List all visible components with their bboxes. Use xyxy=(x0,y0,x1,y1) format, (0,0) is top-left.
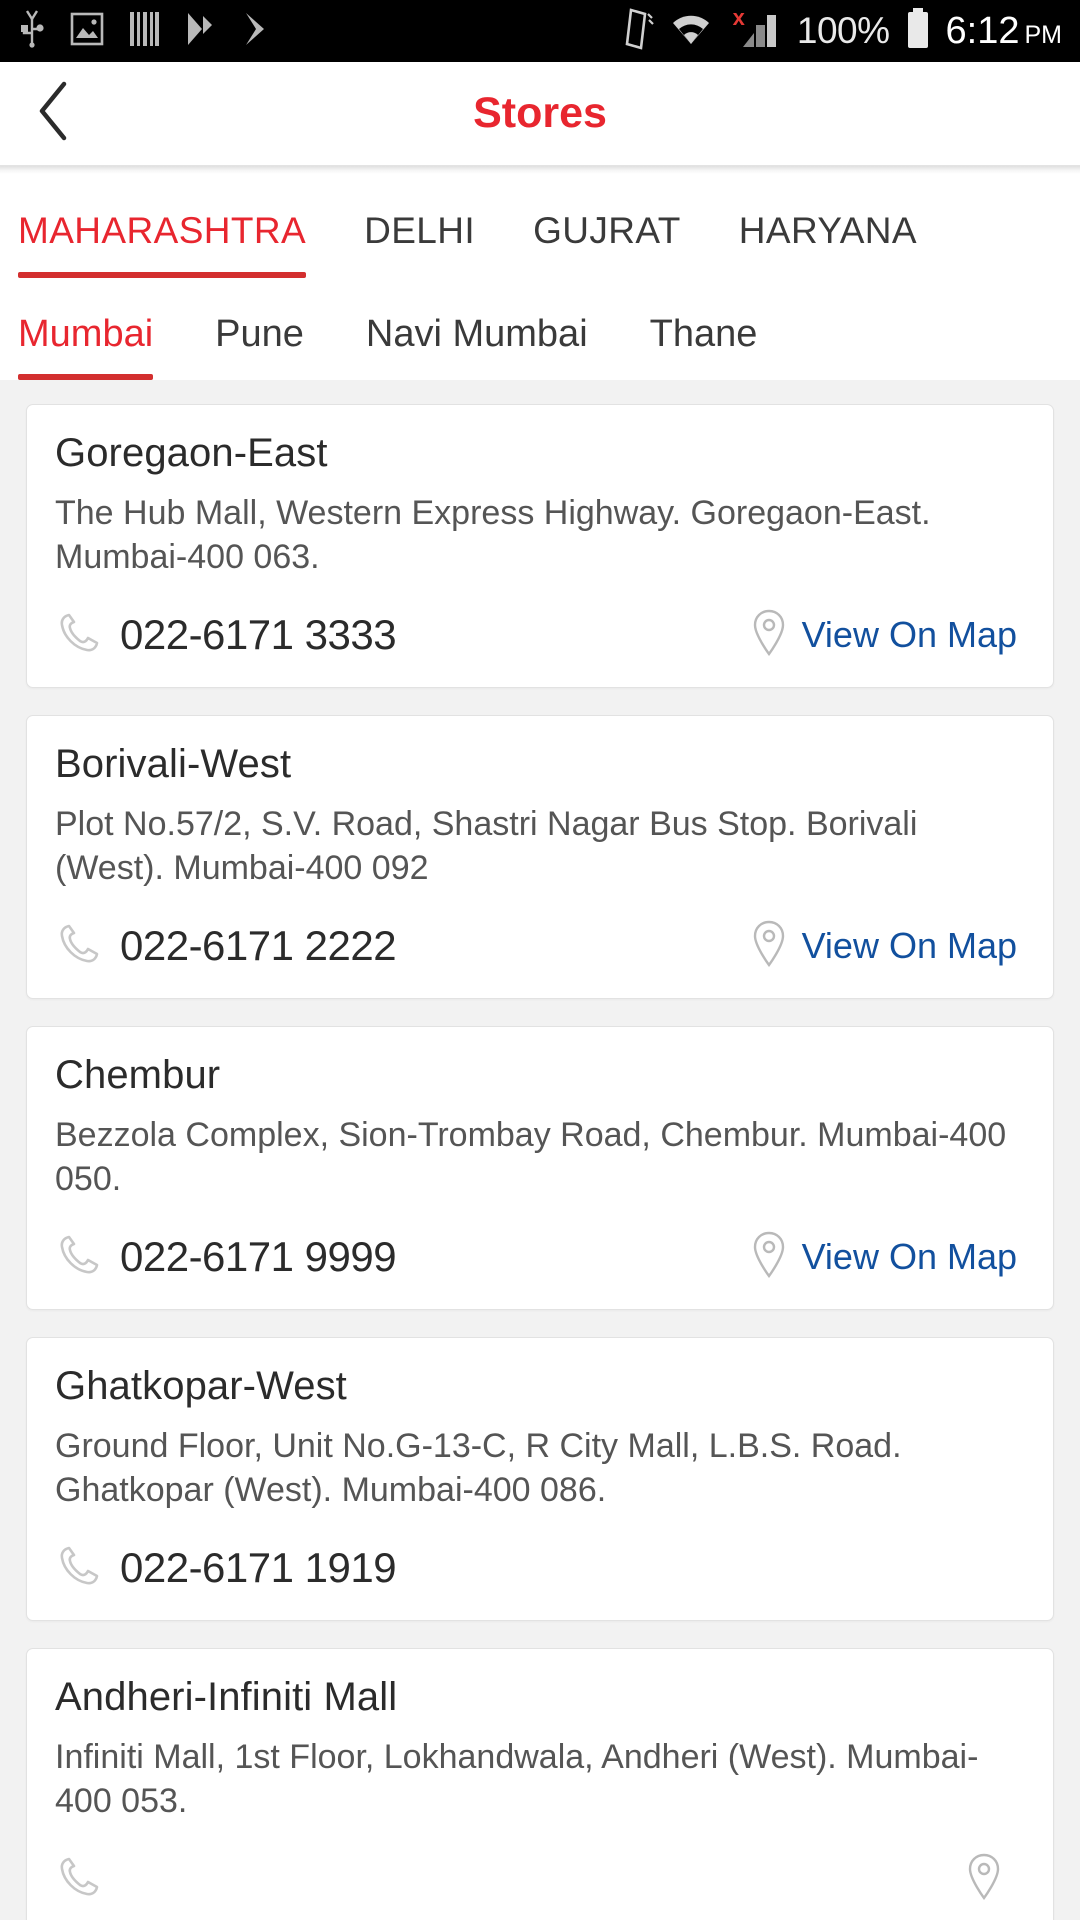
store-card[interactable]: Chembur Bezzola Complex, Sion-Trombay Ro… xyxy=(26,1026,1054,1311)
tab-state-label: HARYANA xyxy=(738,210,918,251)
tab-underline xyxy=(364,272,475,278)
chevron-left-icon xyxy=(36,80,74,147)
store-phone: 022-6171 1919 xyxy=(120,1544,397,1592)
tab-city-navi-mumbai[interactable]: Navi Mumbai xyxy=(366,278,588,380)
signal-error-icon: x xyxy=(732,5,745,30)
barcode-icon xyxy=(128,10,160,53)
tab-city-label: Mumbai xyxy=(18,313,154,355)
store-actions: 022-6171 2222 View On Map xyxy=(55,916,1025,976)
phone-icon xyxy=(55,1542,103,1595)
play-arrow-icon xyxy=(240,10,272,53)
phone-icon xyxy=(55,1853,103,1906)
battery-percent-label: 100% xyxy=(796,10,890,51)
tab-city-mumbai[interactable]: Mumbai xyxy=(18,278,154,380)
store-name: Ghatkopar-West xyxy=(55,1364,347,1409)
store-actions xyxy=(55,1849,1025,1909)
status-bar: x 100% 6:12 PM xyxy=(0,0,1080,62)
store-list[interactable]: Goregaon-East The Hub Mall, Western Expr… xyxy=(0,380,1080,1920)
clock-time: 6:12 xyxy=(945,9,1020,52)
tab-underline xyxy=(650,374,758,380)
clock: 6:12 PM xyxy=(946,10,1062,53)
store-card[interactable]: Borivali-West Plot No.57/2, S.V. Road, S… xyxy=(26,715,1054,1000)
location-pin-icon xyxy=(751,919,787,974)
wifi-icon xyxy=(669,10,713,53)
state-tab-bar[interactable]: MAHARASHTRA DELHI GUJRAT HARYANA xyxy=(0,174,1080,278)
tab-underline xyxy=(366,374,588,380)
store-card[interactable]: Ghatkopar-West Ground Floor, Unit No.G-1… xyxy=(26,1337,1054,1622)
store-address: Bezzola Complex, Sion-Trombay Road, Chem… xyxy=(55,1116,1007,1198)
call-store-button[interactable]: 022-6171 1919 xyxy=(55,1542,397,1595)
city-tab-bar[interactable]: Mumbai Pune Navi Mumbai Thane xyxy=(0,278,1080,380)
store-address: Plot No.57/2, S.V. Road, Shastri Nagar B… xyxy=(55,805,918,887)
phone-icon xyxy=(55,609,103,662)
store-phone: 022-6171 9999 xyxy=(120,1233,397,1281)
tab-state-label: DELHI xyxy=(364,210,476,251)
store-name: Chembur xyxy=(55,1053,221,1098)
call-store-button[interactable]: 022-6171 3333 xyxy=(55,609,397,662)
page-title: Stores xyxy=(473,89,607,137)
view-on-map-label: View On Map xyxy=(801,925,1017,967)
call-store-button[interactable]: 022-6171 9999 xyxy=(55,1231,397,1284)
signal-bars-icon xyxy=(741,9,783,54)
usb-icon xyxy=(18,9,46,54)
view-on-map-button[interactable]: View On Map xyxy=(751,608,1025,663)
store-phone: 022-6171 2222 xyxy=(120,922,397,970)
tab-active-underline xyxy=(18,374,154,380)
store-address: Ground Floor, Unit No.G-13-C, R City Mal… xyxy=(55,1427,902,1509)
tab-state-label: MAHARASHTRA xyxy=(18,210,307,251)
status-bar-left-icons xyxy=(18,9,272,54)
store-name: Borivali-West xyxy=(55,742,292,787)
phone-icon xyxy=(55,920,103,973)
store-card[interactable]: Andheri-Infiniti Mall Infiniti Mall, 1st… xyxy=(26,1648,1054,1920)
back-button[interactable] xyxy=(0,62,110,166)
store-address: Infiniti Mall, 1st Floor, Lokhandwala, A… xyxy=(55,1738,979,1820)
battery-full-icon xyxy=(904,7,932,56)
store-address: The Hub Mall, Western Express Highway. G… xyxy=(55,494,931,576)
store-phone: 022-6171 3333 xyxy=(120,611,397,659)
view-on-map-button[interactable]: View On Map xyxy=(751,1230,1025,1285)
location-pin-icon xyxy=(751,608,787,663)
vibrate-icon xyxy=(619,7,655,55)
tab-state-haryana[interactable]: HARYANA xyxy=(739,174,917,278)
tab-city-thane[interactable]: Thane xyxy=(650,278,758,380)
tab-state-maharashtra[interactable]: MAHARASHTRA xyxy=(18,174,307,278)
store-actions: 022-6171 3333 View On Map xyxy=(55,605,1025,665)
call-store-button[interactable]: 022-6171 2222 xyxy=(55,920,397,973)
tab-city-label: Navi Mumbai xyxy=(365,313,588,355)
status-bar-right-group: x 100% 6:12 PM xyxy=(619,5,1062,56)
location-pin-icon xyxy=(751,1230,787,1285)
tab-city-pune[interactable]: Pune xyxy=(215,278,304,380)
tab-state-label: GUJRAT xyxy=(533,210,681,251)
view-on-map-button[interactable] xyxy=(966,1852,1025,1907)
image-icon xyxy=(70,11,104,52)
view-on-map-label: View On Map xyxy=(801,614,1017,656)
tab-state-gujrat[interactable]: GUJRAT xyxy=(533,174,681,278)
tab-underline xyxy=(215,374,304,380)
tab-underline xyxy=(533,272,681,278)
tab-city-label: Thane xyxy=(649,313,758,355)
store-card[interactable]: Goregaon-East The Hub Mall, Western Expr… xyxy=(26,404,1054,689)
store-actions: 022-6171 1919 xyxy=(55,1538,1025,1598)
store-name: Andheri-Infiniti Mall xyxy=(55,1675,398,1720)
tab-underline xyxy=(739,272,917,278)
store-actions: 022-6171 9999 View On Map xyxy=(55,1227,1025,1287)
location-pin-icon xyxy=(966,1852,1002,1907)
clock-period: PM xyxy=(1024,20,1063,49)
app-bar: Stores xyxy=(0,62,1080,166)
view-on-map-label: View On Map xyxy=(801,1236,1017,1278)
call-store-button[interactable] xyxy=(55,1853,120,1906)
tab-state-delhi[interactable]: DELHI xyxy=(364,174,475,278)
store-name: Goregaon-East xyxy=(55,431,328,475)
app-v-icon xyxy=(184,10,216,53)
phone-icon xyxy=(55,1231,103,1284)
view-on-map-button[interactable]: View On Map xyxy=(751,919,1025,974)
app-bar-shadow xyxy=(0,166,1080,174)
tab-city-label: Pune xyxy=(215,313,304,355)
tab-active-underline xyxy=(18,272,307,278)
